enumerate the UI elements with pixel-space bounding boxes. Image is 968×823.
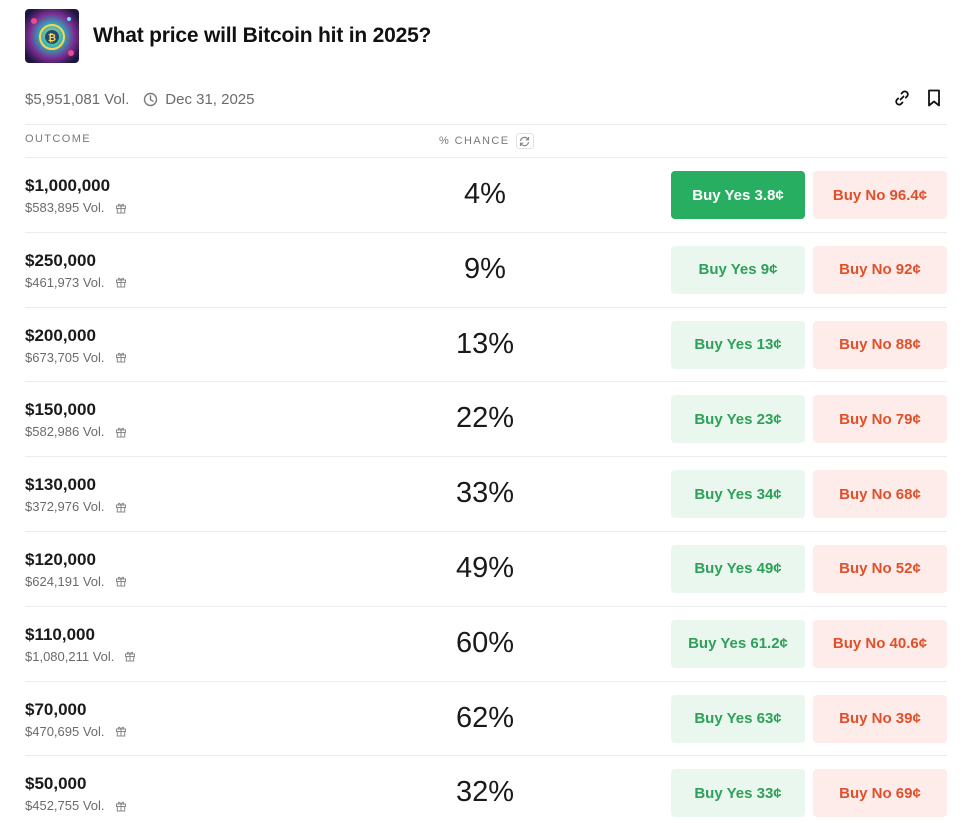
- outcome-label: $50,000: [25, 774, 87, 794]
- buy-yes-button[interactable]: Buy Yes 13¢: [671, 320, 805, 369]
- outcome-volume-wrap: $470,695 Vol.: [25, 724, 127, 739]
- outcome-chance: 32%: [455, 776, 515, 809]
- buy-yes-button[interactable]: Buy Yes 63¢: [671, 694, 805, 743]
- outcome-chance: 33%: [455, 477, 515, 510]
- outcome-chance: 60%: [455, 626, 515, 659]
- outcome-label: $70,000: [25, 699, 87, 719]
- outcome-list: $1,000,000 $583,895 Vol. 4% Buy Yes 3.8¢…: [25, 157, 947, 823]
- gift-icon[interactable]: [124, 650, 136, 662]
- outcome-volume: $372,976 Vol.: [25, 499, 105, 515]
- gift-icon[interactable]: [115, 202, 127, 214]
- market-image: ₿: [25, 9, 79, 63]
- buy-no-button[interactable]: Buy No 79¢: [813, 395, 947, 444]
- outcome-label: $1,000,000: [25, 176, 111, 195]
- outcome-volume: $470,695 Vol.: [25, 723, 105, 739]
- buy-yes-button[interactable]: Buy Yes 3.8¢: [671, 171, 805, 219]
- outcome-chance: 4%: [464, 178, 506, 210]
- gift-icon[interactable]: [115, 800, 127, 812]
- outcome-volume: $1,080,211 Vol.: [25, 648, 115, 664]
- outcome-volume-wrap: $582,986 Vol.: [25, 424, 127, 439]
- outcome-volume-wrap: $452,755 Vol.: [25, 798, 127, 813]
- buy-no-button[interactable]: Buy No 88¢: [813, 320, 947, 369]
- end-date: Dec 31, 2025: [165, 90, 255, 108]
- buy-yes-button[interactable]: Buy Yes 33¢: [671, 769, 805, 818]
- outcome-chance: 13%: [455, 327, 515, 360]
- outcome-label: $250,000: [25, 250, 96, 270]
- outcome-label: $120,000: [25, 549, 96, 569]
- gift-icon[interactable]: [115, 426, 127, 438]
- outcome-row[interactable]: $70,000 $470,695 Vol. 62% Buy Yes 63¢ Bu…: [25, 680, 947, 756]
- header-actions: [893, 87, 943, 109]
- outcome-volume: $461,973 Vol.: [25, 274, 105, 290]
- outcome-row[interactable]: $150,000 $582,986 Vol. 22% Buy Yes 23¢ B…: [25, 381, 947, 456]
- outcome-chance: 9%: [464, 252, 506, 285]
- outcome-label: $150,000: [25, 400, 96, 420]
- outcome-volume: $583,895 Vol.: [25, 200, 105, 215]
- buy-no-button[interactable]: Buy No 39¢: [813, 694, 947, 743]
- bookmark-icon[interactable]: [925, 87, 943, 109]
- outcome-row[interactable]: $130,000 $372,976 Vol. 33% Buy Yes 34¢ B…: [25, 456, 947, 531]
- buy-no-button[interactable]: Buy No 40.6¢: [813, 619, 947, 668]
- market-header: ₿ What price will Bitcoin hit in 2025?: [25, 9, 431, 63]
- outcome-volume-wrap: $372,976 Vol.: [25, 499, 127, 514]
- market-meta: $5,951,081 Vol. Dec 31, 2025: [25, 88, 255, 110]
- outcome-chance: 49%: [455, 551, 515, 584]
- gift-icon[interactable]: [115, 276, 127, 288]
- svg-text:₿: ₿: [48, 32, 56, 44]
- outcome-volume: $673,705 Vol.: [25, 349, 105, 365]
- outcome-volume: $582,986 Vol.: [25, 424, 105, 440]
- buy-yes-button[interactable]: Buy Yes 34¢: [671, 470, 805, 519]
- outcome-label: $130,000: [25, 475, 96, 495]
- outcome-label: $200,000: [25, 325, 96, 345]
- gift-icon[interactable]: [115, 501, 127, 513]
- outcome-row[interactable]: $250,000 $461,973 Vol. 9% Buy Yes 9¢ Buy…: [25, 231, 947, 307]
- buy-yes-button[interactable]: Buy Yes 9¢: [671, 245, 805, 294]
- outcome-chance: 62%: [455, 701, 515, 734]
- outcome-volume-wrap: $624,191 Vol.: [25, 574, 127, 589]
- buy-no-button[interactable]: Buy No 96.4¢: [813, 171, 947, 219]
- outcome-column-header: OUTCOME: [25, 133, 92, 145]
- gift-icon[interactable]: [115, 351, 127, 363]
- outcome-row[interactable]: $50,000 $452,755 Vol. 32% Buy Yes 33¢ Bu…: [25, 755, 947, 823]
- outcome-row[interactable]: $1,000,000 $583,895 Vol. 4% Buy Yes 3.8¢…: [25, 157, 947, 232]
- outcome-volume-wrap: $461,973 Vol.: [25, 275, 127, 290]
- buy-yes-button[interactable]: Buy Yes 49¢: [671, 544, 805, 593]
- outcome-label: $110,000: [25, 624, 95, 644]
- refresh-icon[interactable]: [515, 133, 534, 149]
- outcome-volume-wrap: $583,895 Vol.: [25, 200, 127, 215]
- total-volume: $5,951,081 Vol.: [25, 90, 130, 108]
- outcome-chance: 22%: [455, 402, 515, 435]
- clock-icon: [143, 92, 158, 107]
- outcome-row[interactable]: $200,000 $673,705 Vol. 13% Buy Yes 13¢ B…: [25, 306, 947, 382]
- outcome-volume: $624,191 Vol.: [25, 573, 105, 589]
- market-title: What price will Bitcoin hit in 2025?: [93, 24, 432, 47]
- buy-yes-button[interactable]: Buy Yes 61.2¢: [671, 619, 805, 668]
- buy-no-button[interactable]: Buy No 52¢: [813, 544, 947, 593]
- outcome-row[interactable]: $110,000 $1,080,211 Vol. 60% Buy Yes 61.…: [25, 605, 947, 681]
- gift-icon[interactable]: [115, 575, 127, 587]
- buy-no-button[interactable]: Buy No 69¢: [813, 769, 947, 818]
- copy-link-icon[interactable]: [893, 87, 911, 109]
- buy-no-button[interactable]: Buy No 92¢: [813, 245, 947, 294]
- header-divider: [25, 124, 947, 125]
- outcome-row[interactable]: $120,000 $624,191 Vol. 49% Buy Yes 49¢ B…: [25, 530, 947, 606]
- buy-no-button[interactable]: Buy No 68¢: [813, 470, 947, 519]
- chance-column-header: % CHANCE: [439, 133, 534, 149]
- outcome-volume-wrap: $1,080,211 Vol.: [25, 649, 136, 664]
- outcome-volume: $452,755 Vol.: [25, 798, 105, 814]
- outcome-volume-wrap: $673,705 Vol.: [25, 350, 127, 365]
- chance-column-label: % CHANCE: [439, 135, 510, 147]
- buy-yes-button[interactable]: Buy Yes 23¢: [671, 395, 805, 444]
- gift-icon[interactable]: [115, 725, 127, 737]
